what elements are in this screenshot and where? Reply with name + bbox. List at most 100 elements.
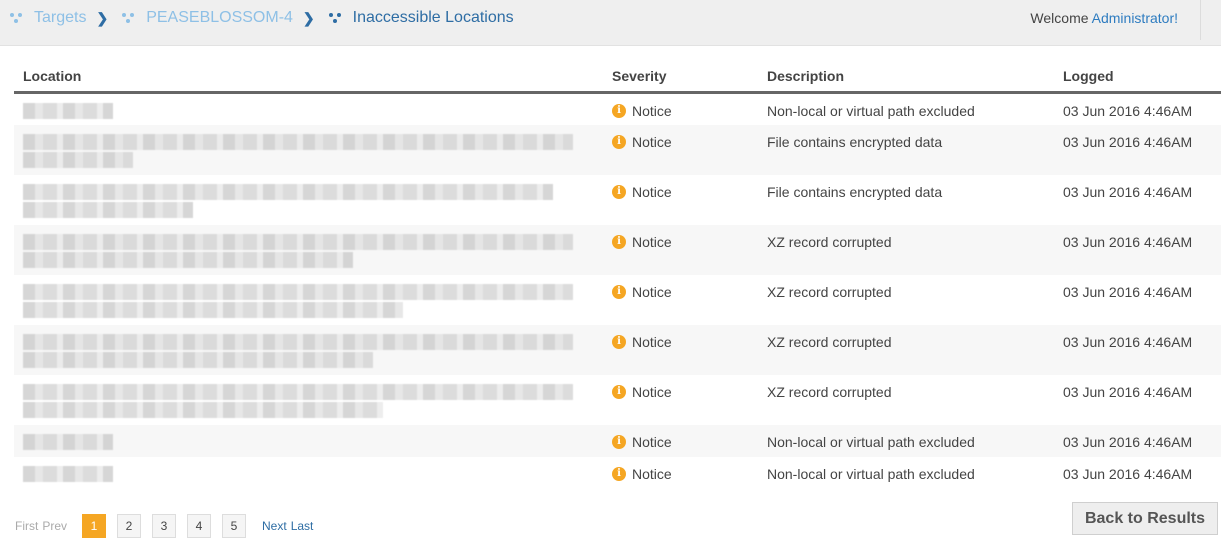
description-cell: Non-local or virtual path excluded	[767, 465, 975, 482]
first-page-link[interactable]: First	[15, 519, 38, 533]
redacted-location-line	[23, 201, 193, 218]
table-row[interactable]: i Notice XZ record corrupted 03 Jun 2016 4:…	[14, 224, 1221, 275]
back-to-results-button[interactable]: Back to Results	[1072, 502, 1218, 535]
targets-icon	[10, 12, 24, 24]
table-row[interactable]: i Notice File contains encrypted data 03 Ju…	[14, 175, 1221, 225]
location-cell	[14, 375, 603, 425]
table-row[interactable]: i Notice XZ record corrupted 03 Jun 2016 4:…	[14, 375, 1221, 425]
logged-cell: 03 Jun 2016 4:46AM	[1063, 465, 1193, 482]
page-button-4[interactable]: 4	[187, 514, 212, 538]
description-cell: Non-local or virtual path excluded	[767, 103, 975, 119]
severity-cell: i Notice	[603, 93, 758, 125]
logged-cell: 03 Jun 2016 4:46AM	[1063, 183, 1193, 200]
chevron-right-icon: ❯	[96, 9, 109, 26]
breadcrumb-targets[interactable]: Targets	[10, 9, 86, 27]
location-cell	[14, 124, 603, 175]
user-link[interactable]: Administrator!	[1092, 10, 1178, 26]
table-row[interactable]: i Notice Non-local or virtual path exclude…	[14, 93, 1221, 125]
chevron-right-icon: ❯	[302, 9, 315, 26]
column-header-description[interactable]: Description	[758, 60, 1054, 94]
next-page-link[interactable]: Next	[262, 519, 287, 533]
description-cell: XZ record corrupted	[767, 283, 892, 300]
page-button-5[interactable]: 5	[222, 514, 247, 538]
severity-cell: i Notice	[603, 124, 758, 175]
info-icon: i	[612, 184, 626, 199]
severity-cell: i Notice	[603, 175, 758, 225]
breadcrumb-label: PEASEBLOSSOM-4	[146, 9, 293, 26]
location-cell	[14, 324, 603, 375]
logged-cell: 03 Jun 2016 4:46AM	[1063, 283, 1193, 300]
breadcrumb-label: Targets	[34, 9, 87, 26]
info-icon: i	[612, 384, 626, 399]
redacted-location-line	[23, 103, 113, 119]
location-cell	[14, 175, 603, 225]
location-cell	[14, 457, 603, 488]
location-cell	[14, 275, 603, 325]
severity-label: Notice	[632, 283, 672, 300]
last-page-link[interactable]: Last	[291, 519, 314, 533]
severity-label: Notice	[632, 383, 672, 400]
pagination: First Prev 12345 Next Last	[15, 514, 313, 538]
info-icon: i	[612, 234, 626, 249]
redacted-location-line	[23, 183, 553, 200]
location-cell	[14, 224, 603, 275]
table-row[interactable]: i Notice Non-local or virtual path exclude…	[14, 457, 1221, 488]
severity-label: Notice	[632, 433, 672, 450]
severity-cell: i Notice	[603, 275, 758, 325]
severity-cell: i Notice	[603, 324, 758, 375]
redacted-location-line	[23, 151, 133, 168]
logged-cell: 03 Jun 2016 4:46AM	[1063, 383, 1193, 400]
divider	[1200, 0, 1201, 40]
breadcrumb-current: Inaccessible Locations	[328, 9, 514, 27]
table-row[interactable]: i Notice Non-local or virtual path exclude…	[14, 424, 1221, 457]
redacted-location-line	[23, 401, 383, 418]
severity-cell: i Notice	[603, 424, 758, 457]
redacted-location-line	[23, 351, 373, 368]
page-button-2[interactable]: 2	[117, 514, 142, 538]
location-cell	[14, 424, 603, 457]
description-cell: File contains encrypted data	[767, 183, 943, 200]
description-cell: Non-local or virtual path excluded	[758, 424, 1054, 457]
table-row[interactable]: i Notice XZ record corrupted 03 Jun 2016 4:…	[14, 324, 1221, 375]
description-cell: XZ record corrupted	[758, 324, 1054, 375]
severity-cell: i Notice	[603, 457, 758, 488]
redacted-location-line	[23, 251, 353, 268]
top-bar: Targets ❯ PEASEBLOSSOM-4 ❯ Inaccessible …	[0, 0, 1221, 46]
logged-cell: 03 Jun 2016 4:46AM	[1054, 124, 1221, 175]
logged-cell: 03 Jun 2016 4:46AM	[1054, 324, 1221, 375]
column-header-logged[interactable]: Logged	[1054, 60, 1221, 94]
location-cell	[14, 93, 603, 125]
info-icon: i	[612, 434, 626, 449]
severity-label: Notice	[632, 233, 672, 250]
severity-cell: i Notice	[603, 224, 758, 275]
breadcrumb: Targets ❯ PEASEBLOSSOM-4 ❯ Inaccessible …	[10, 9, 514, 27]
page-button-1[interactable]: 1	[82, 514, 107, 538]
redacted-location-line	[23, 433, 113, 450]
breadcrumb-target[interactable]: PEASEBLOSSOM-4	[122, 9, 293, 27]
redacted-location-line	[23, 301, 403, 318]
page-button-3[interactable]: 3	[152, 514, 177, 538]
info-icon: i	[612, 134, 626, 149]
column-header-location[interactable]: Location	[14, 60, 603, 94]
severity-label: Notice	[632, 103, 672, 119]
redacted-location-line	[23, 465, 113, 482]
severity-label: Notice	[632, 333, 672, 350]
redacted-location-line	[23, 283, 573, 300]
table-header: Location Severity Description Logged	[14, 60, 1221, 94]
column-header-severity[interactable]: Severity	[603, 60, 758, 94]
description-cell: File contains encrypted data	[758, 124, 1054, 175]
redacted-location-line	[23, 333, 573, 350]
target-node-icon	[122, 12, 136, 24]
severity-label: Notice	[632, 133, 672, 150]
prev-page-link[interactable]: Prev	[42, 519, 67, 533]
table-row[interactable]: i Notice XZ record corrupted 03 Jun 2016 4:…	[14, 275, 1221, 325]
inaccessible-locations-table: Location Severity Description Logged i No…	[14, 60, 1221, 488]
page-title: Inaccessible Locations	[352, 9, 514, 26]
table-row[interactable]: i Notice File contains encrypted data 03 Ju…	[14, 124, 1221, 175]
info-icon: i	[612, 284, 626, 299]
info-icon: i	[612, 334, 626, 349]
redacted-location-line	[23, 383, 573, 400]
severity-label: Notice	[632, 465, 672, 482]
severity-label: Notice	[632, 183, 672, 200]
description-cell: XZ record corrupted	[767, 383, 892, 400]
